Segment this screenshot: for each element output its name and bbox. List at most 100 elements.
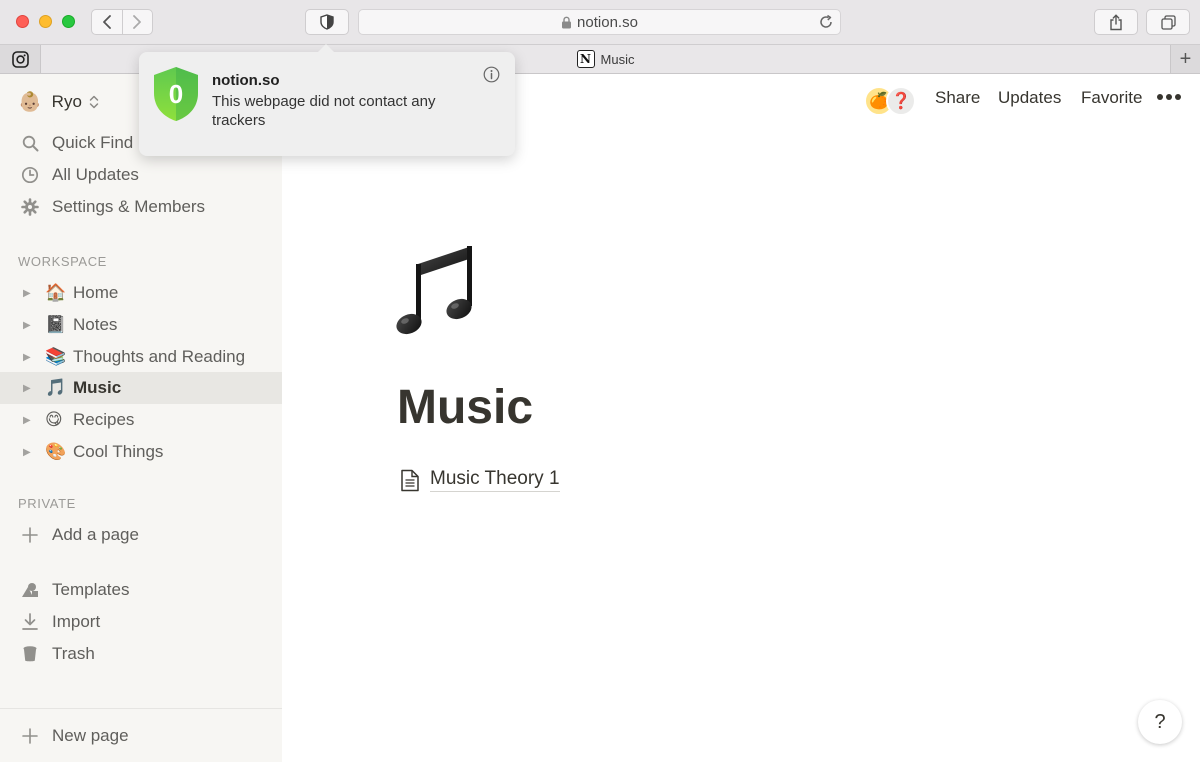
templates-button[interactable]: Templates — [0, 574, 282, 606]
sidebar-page-music[interactable]: ▶ 🎵 Music — [0, 372, 282, 404]
sidebar: 👶🏼 Ryo Quick Find All Updates Settings &… — [0, 74, 282, 762]
chevron-right-icon — [133, 15, 142, 29]
tabs-overview-icon — [1160, 14, 1176, 30]
user-avatar: 👶🏼 — [18, 92, 42, 113]
tracker-count: 0 — [169, 79, 183, 109]
sidebar-page-notes[interactable]: ▶ 📓 Notes — [0, 309, 282, 341]
trash-label: Trash — [52, 644, 95, 663]
user-name: Ryo — [51, 92, 82, 111]
search-icon — [20, 133, 40, 153]
plus-icon — [20, 726, 40, 746]
page-title[interactable]: Music — [397, 380, 533, 435]
reload-icon — [820, 14, 832, 28]
settings-members-button[interactable]: Settings & Members — [0, 191, 282, 223]
sidebar-page-label: Home — [73, 283, 119, 302]
expand-triangle-icon[interactable]: ▶ — [23, 383, 33, 394]
back-button[interactable] — [92, 10, 122, 34]
more-options-button[interactable] — [1157, 94, 1181, 100]
address-bar[interactable]: notion.so — [358, 9, 841, 35]
share-icon — [1110, 13, 1122, 30]
settings-members-label: Settings & Members — [52, 197, 206, 216]
sidebar-page-label: Notes — [73, 315, 118, 334]
music-notes-icon: 🎵 — [45, 378, 67, 397]
privacy-report-popover: 0 notion.so This webpage did not contact… — [139, 44, 515, 156]
sidebar-page-label: Music — [73, 378, 122, 397]
add-a-page-label: Add a page — [52, 525, 139, 544]
new-page-label: New page — [52, 726, 129, 745]
updates-button[interactable]: Updates — [998, 88, 1061, 108]
instagram-icon — [11, 50, 29, 68]
info-icon — [483, 66, 500, 83]
new-page-button[interactable]: New page — [0, 720, 282, 752]
sidebar-page-label: Recipes — [73, 410, 135, 429]
chevron-left-icon — [102, 15, 111, 29]
collaborator-avatars[interactable]: 🍊 ❓ — [864, 86, 916, 116]
help-button[interactable]: ? — [1138, 700, 1182, 744]
expand-triangle-icon[interactable]: ▶ — [23, 447, 33, 458]
templates-icon — [20, 580, 40, 600]
minimize-window-button[interactable] — [39, 15, 52, 28]
books-icon: 📚 — [45, 347, 67, 366]
notion-logo-icon: N — [576, 50, 595, 68]
chevron-up-down-icon — [89, 95, 99, 109]
zoom-window-button[interactable] — [62, 15, 75, 28]
sidebar-page-cool-things[interactable]: ▶ 🎨 Cool Things — [0, 436, 282, 468]
gear-icon — [20, 197, 40, 217]
workspace-switcher[interactable]: 👶🏼 Ryo — [18, 90, 99, 114]
trash-button[interactable]: Trash — [0, 638, 282, 670]
import-icon — [20, 612, 40, 632]
sidebar-page-label: Thoughts and Reading — [73, 347, 246, 366]
all-updates-label: All Updates — [52, 165, 139, 184]
expand-triangle-icon[interactable]: ▶ — [23, 352, 33, 363]
tab-title: Music — [600, 51, 635, 67]
clock-icon — [20, 165, 40, 185]
dot — [1166, 94, 1172, 100]
subpage-link[interactable]: Music Theory 1 — [400, 468, 560, 492]
browser-toolbar: notion.so — [0, 0, 1200, 45]
palette-icon: 🎨 — [45, 442, 67, 461]
yum-face-icon: 😋 — [45, 410, 63, 429]
dot — [1157, 94, 1163, 100]
workspace-section-label: WORKSPACE — [18, 254, 107, 269]
private-section-label: PRIVATE — [18, 496, 76, 511]
house-icon: 🏠 — [45, 283, 67, 302]
all-updates-button[interactable]: All Updates — [0, 159, 282, 191]
url-text: notion.so — [577, 13, 638, 31]
import-label: Import — [52, 612, 101, 631]
browser-share-button[interactable] — [1094, 9, 1138, 35]
import-button[interactable]: Import — [0, 606, 282, 638]
sidebar-page-home[interactable]: ▶ 🏠 Home — [0, 277, 282, 309]
shield-icon — [320, 14, 334, 30]
popover-arrow — [317, 44, 335, 53]
plus-icon: + — [1179, 47, 1192, 70]
popover-host: notion.so — [212, 72, 280, 89]
templates-label: Templates — [52, 580, 130, 599]
music-notes-icon[interactable] — [396, 238, 480, 338]
popover-message: This webpage did not contact any tracker… — [212, 93, 436, 129]
forward-button[interactable] — [121, 10, 153, 34]
share-button[interactable]: Share — [935, 88, 980, 108]
sidebar-page-recipes[interactable]: ▶ 😋 Recipes — [0, 404, 282, 436]
privacy-report-button[interactable] — [305, 9, 349, 35]
tracker-shield-icon: 0 — [152, 65, 200, 128]
sidebar-page-thoughts-and-reading[interactable]: ▶ 📚 Thoughts and Reading — [0, 341, 282, 373]
expand-triangle-icon[interactable]: ▶ — [23, 288, 33, 299]
add-a-page-button[interactable]: Add a page — [0, 519, 282, 551]
expand-triangle-icon[interactable]: ▶ — [23, 320, 33, 331]
close-window-button[interactable] — [16, 15, 29, 28]
sidebar-divider — [0, 708, 282, 709]
info-button[interactable] — [483, 66, 500, 88]
sidebar-page-label: Cool Things — [73, 442, 164, 461]
pinned-tab-instagram[interactable] — [0, 45, 41, 73]
show-tabs-button[interactable] — [1146, 9, 1190, 35]
reload-button[interactable] — [818, 14, 834, 34]
lock-icon — [561, 16, 572, 29]
navigation-buttons — [91, 9, 153, 35]
notebook-icon: 📓 — [45, 315, 67, 334]
expand-triangle-icon[interactable]: ▶ — [23, 415, 33, 426]
favorite-button[interactable]: Favorite — [1081, 88, 1142, 108]
document-icon — [400, 469, 420, 492]
subpage-label: Music Theory 1 — [430, 468, 560, 492]
dot — [1175, 94, 1181, 100]
new-tab-button[interactable]: + — [1170, 45, 1200, 73]
